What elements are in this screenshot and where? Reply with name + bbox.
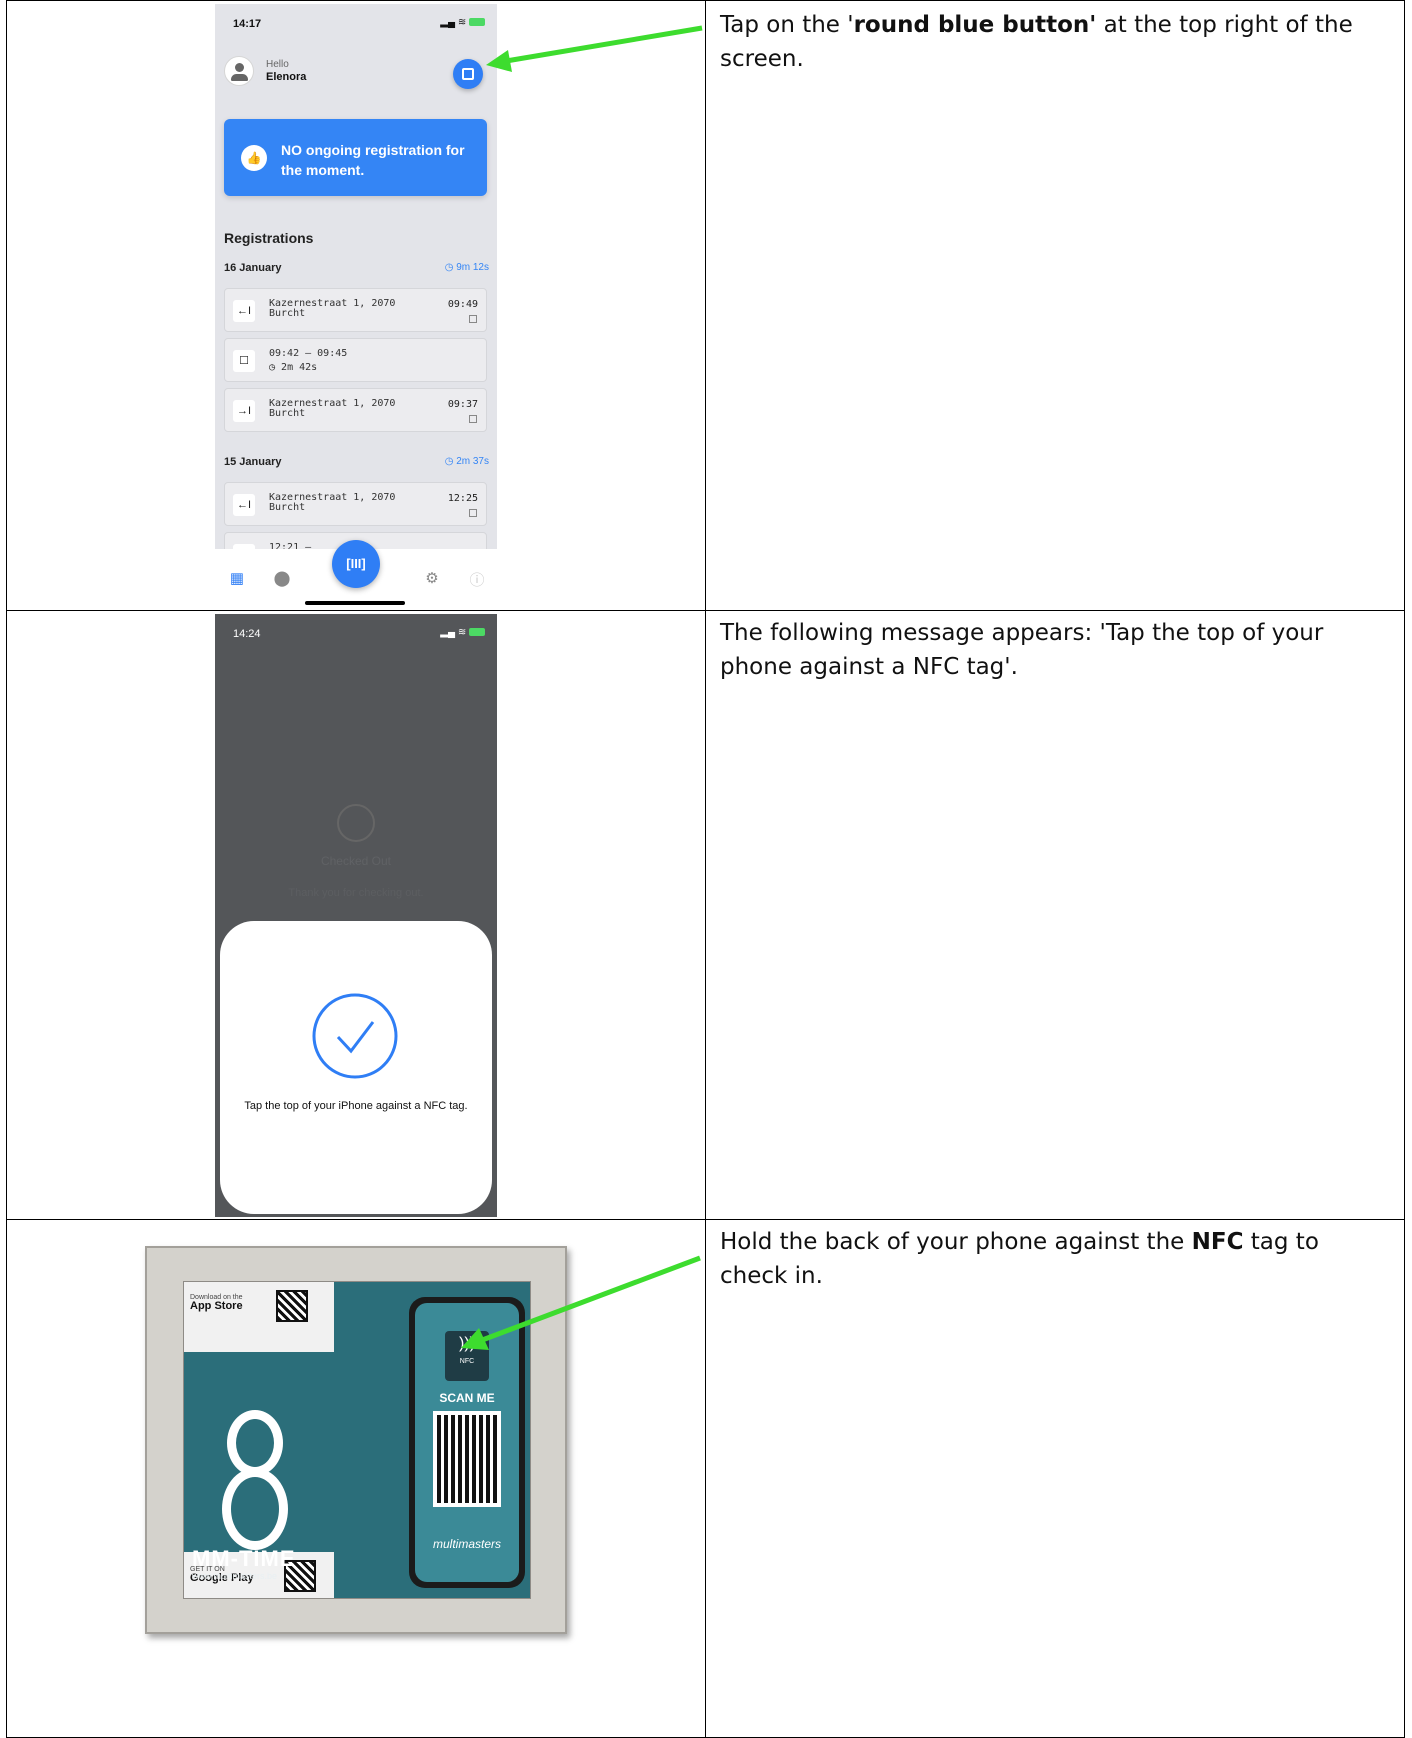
registration-entry[interactable]: ←I Kazernestraat 1, 2070 Burcht 12:25 [224, 482, 487, 526]
round-blue-button[interactable] [453, 59, 483, 89]
scan-button[interactable]: [III] [332, 540, 380, 588]
instruction-step-1: Tap on the 'round blue button' at the to… [720, 12, 1353, 72]
info-icon[interactable]: ⓘ [467, 569, 487, 590]
brand-name: MM-TIME [192, 1546, 296, 1571]
background-subtitle: Thank you for checking out. [288, 887, 424, 899]
status-icons: ▂▄ ≋ [440, 627, 485, 638]
brand-url: www.multimasters.be [192, 1571, 278, 1581]
table-divider-row2 [6, 1219, 1405, 1220]
thumbs-up-icon: 👍 [241, 145, 267, 171]
checkmark-icon [337, 804, 375, 842]
day-label: 15 January [224, 456, 282, 468]
check-out-icon: ←I [233, 300, 255, 322]
pointer-arrow [461, 1255, 701, 1350]
check-in-icon: →I [233, 400, 255, 422]
scan-icon: [III] [346, 556, 366, 571]
home-indicator [305, 601, 405, 605]
checkmark-icon [312, 993, 398, 1079]
greeting-label: Hello [266, 59, 289, 70]
break-icon: ☐ [233, 350, 255, 372]
nfc-message: Tap the top of your iPhone against a NFC… [244, 1100, 468, 1112]
table-border-left [6, 0, 7, 1738]
avatar[interactable] [224, 56, 254, 86]
entry-time: 09:37 [447, 399, 478, 410]
location-icon[interactable]: ⬤ [272, 569, 292, 587]
registrations-title: Registrations [224, 230, 314, 246]
check-out-icon: ←I [233, 494, 255, 516]
scan-me-label: SCAN ME [439, 1391, 495, 1405]
user-name: Elenora [266, 71, 307, 83]
company-logo: multimasters [432, 1537, 501, 1551]
pointer-arrow [486, 25, 703, 72]
instruction-step-2: The following message appears: 'Tap the … [720, 620, 1324, 680]
qr-code [276, 1290, 308, 1322]
dashboard-icon[interactable]: ▦ [227, 569, 247, 587]
qr-icon [469, 415, 477, 423]
table-divider-row1 [6, 610, 1405, 611]
day-label: 16 January [224, 262, 282, 274]
status-banner: 👍 NO ongoing registration for the moment… [224, 119, 487, 196]
nfc-sheet: Tap the top of your iPhone against a NFC… [220, 921, 492, 1214]
registration-entry[interactable]: ☐ 09:42 — 09:45 ◷ 2m 42s [224, 338, 487, 382]
brand-logo [222, 1410, 288, 1550]
day-duration: ◷ 2m 37s [444, 456, 489, 467]
entry-text: Kazernestraat 1, 2070 Burcht [269, 492, 396, 513]
status-time: 14:17 [233, 18, 262, 30]
instruction-step-3: Hold the back of your phone against the … [720, 1229, 1319, 1289]
status-time: 14:24 [233, 628, 261, 640]
day-duration: ◷ 9m 12s [444, 262, 489, 273]
table-divider-col [705, 0, 706, 1738]
entry-time: 12:25 [447, 493, 478, 504]
phone-screenshot-nfc: 14:24 ▂▄ ≋ Checked Out Thank you for che… [215, 614, 497, 1217]
settings-icon[interactable]: ⚙ [422, 569, 442, 587]
registration-entry[interactable]: ←I Kazernestraat 1, 2070 Burcht 09:49 [224, 288, 487, 332]
qr-code [433, 1411, 501, 1507]
qr-icon [469, 315, 477, 323]
nfc-scan-icon [462, 68, 474, 80]
registration-entry[interactable]: →I Kazernestraat 1, 2070 Burcht 09:37 [224, 388, 487, 432]
entry-text: 09:42 — 09:45 ◷ 2m 42s [269, 348, 348, 373]
phone-screenshot-home: 14:17 ▂▄ ≋ Hello Elenora 👍 NO ongoing re… [215, 4, 497, 608]
background-title: Checked Out [320, 854, 392, 868]
table-border-right [1404, 0, 1405, 1738]
entry-text: Kazernestraat 1, 2070 Burcht [269, 298, 396, 319]
app-store-badge: Download on the App Store [190, 1294, 243, 1312]
entry-time: 09:49 [447, 299, 478, 310]
banner-text: NO ongoing registration for the moment. [281, 142, 465, 178]
qr-icon [469, 509, 477, 517]
status-icons: ▂▄ ≋ [440, 17, 485, 28]
table-border-top [6, 0, 1405, 1]
entry-text: Kazernestraat 1, 2070 Burcht [269, 398, 396, 419]
